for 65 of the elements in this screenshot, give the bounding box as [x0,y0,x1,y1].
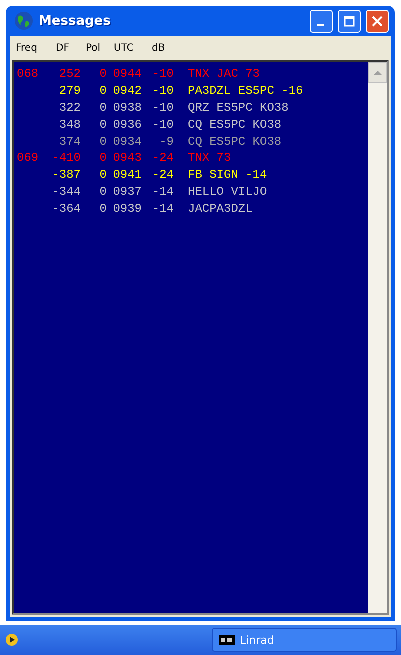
pol-cell-text: 0 [98,100,107,115]
column-header: UTC [114,42,135,54]
column-header: DF [56,42,70,54]
db-cell-text: -10 [151,100,174,115]
pol-cell-text: 0 [98,118,107,132]
df-cell-text: 322 [58,100,81,115]
message-cell-text: QRZ ES5PC KO38 [188,100,290,115]
message-cell-text: JACPA3DZL [188,202,254,216]
utc-cell-text: 0941 [112,168,142,182]
db-cell-text: -14 [151,184,174,199]
db-cell-text: -10 [151,67,174,82]
utc-cell-text: 0936 [112,118,142,132]
pol-cell-text: 0 [98,84,107,98]
scrollbar[interactable] [368,62,387,613]
df-cell-text: -344 [51,184,81,199]
close-button[interactable] [366,10,389,32]
df-cell-text: 252 [58,67,81,82]
pol-cell-text: 0 [98,202,107,216]
message-cell-text: FB SIGN -14 [188,168,268,182]
df-cell-text: 348 [58,118,81,132]
utc-cell-text: 0937 [112,184,142,199]
df-cell-text: -364 [51,202,81,216]
taskbar-button[interactable]: Linrad [212,628,397,652]
pol-cell-text: 0 [98,67,107,82]
start-logo-icon[interactable] [6,634,18,646]
column-header: dB [152,42,166,54]
freq-cell-text: 069 [17,151,40,166]
maximize-button[interactable] [338,10,361,32]
pol-cell-text: 0 [98,168,107,182]
pol-cell-text: 0 [98,184,107,199]
utc-cell-text: 0944 [112,67,142,82]
minimize-icon [317,24,324,26]
utc-cell-text: 0939 [112,202,142,216]
column-header: Pol [86,42,102,54]
message-cell-text: CQ ES5PC KO38 [188,118,283,132]
db-cell-text: -10 [151,118,174,132]
db-cell-text: -9 [158,134,174,149]
df-cell-text: 279 [58,84,81,98]
close-icon [372,16,383,26]
db-cell-text: -24 [151,151,174,166]
message-cell-text: TNX 73 [188,151,232,166]
window-title: Messages [39,14,112,28]
minimize-button[interactable] [310,10,333,32]
pol-cell-text: 0 [98,134,107,149]
console-icon [219,635,235,645]
globe-icon [14,11,34,31]
db-cell-text: -10 [151,84,174,98]
pol-cell-text: 0 [98,151,107,166]
message-cell-text: PA3DZL ES5PC -16 [188,84,304,98]
db-cell-text: -24 [151,168,174,182]
message-cell-text: TNX JAC 73 [188,67,262,82]
df-cell-text: -410 [51,151,81,166]
freq-cell-text: 068 [17,67,40,82]
column-header: Freq [16,42,38,54]
utc-cell-text: 0943 [112,151,142,166]
maximize-icon [344,16,355,26]
utc-cell-text: 0942 [112,84,142,98]
db-cell-text: -14 [151,202,174,216]
utc-cell-text: 0938 [112,100,142,115]
utc-cell-text: 0934 [112,134,142,149]
up-arrow-icon [374,70,382,75]
df-cell-text: 374 [58,134,81,149]
message-cell-text: HELLO VILJO [188,184,268,199]
df-cell-text: -387 [51,168,81,182]
message-cell-text: CQ ES5PC KO38 [188,134,283,149]
